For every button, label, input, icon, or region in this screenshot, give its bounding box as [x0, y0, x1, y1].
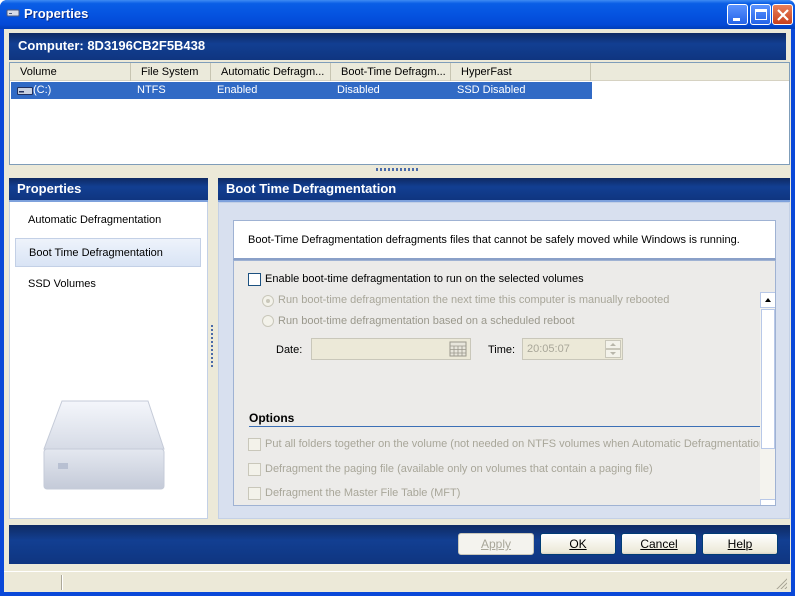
scroll-up-button[interactable] [760, 292, 775, 308]
resize-grip-icon[interactable] [775, 577, 787, 589]
apply-label: Apply [480, 537, 512, 551]
enable-boot-time-label[interactable]: Enable boot-time defragmentation to run … [265, 273, 584, 285]
computer-header: Computer: 8D3196CB2F5B438 [9, 33, 786, 60]
radio-next-reboot-label: Run boot-time defragmentation the next t… [278, 294, 670, 306]
option-paging-file-label: Defragment the paging file (available on… [265, 463, 653, 475]
date-field[interactable] [311, 338, 471, 360]
vertical-scroll-thumb[interactable] [761, 309, 775, 449]
status-separator [61, 575, 63, 590]
maximize-icon [755, 9, 767, 20]
client-area: Computer: 8D3196CB2F5B438 Volume File Sy… [4, 29, 791, 592]
maximize-button[interactable] [750, 4, 771, 25]
arrow-down-icon [761, 500, 775, 506]
help-label: Help [727, 537, 753, 551]
ok-label: OK [569, 537, 587, 551]
hard-drive-icon [17, 87, 33, 95]
calendar-icon [449, 341, 467, 357]
option-paging-file-checkbox[interactable] [248, 463, 261, 476]
date-label: Date: [276, 344, 303, 356]
scroll-down-button[interactable] [760, 499, 775, 506]
status-bar [4, 571, 791, 592]
options-divider [249, 426, 763, 427]
drive-icon [6, 9, 20, 17]
nav-automatic-defragmentation[interactable]: Automatic Defragmentation [15, 206, 201, 235]
radio-scheduled-reboot[interactable] [262, 315, 274, 327]
description-text: Boot-Time Defragmentation defragments fi… [248, 234, 740, 246]
close-button[interactable] [772, 4, 793, 25]
cell-boot-time: Disabled [337, 84, 380, 96]
nav-ssd-volumes[interactable]: SSD Volumes [15, 270, 201, 299]
column-boot-time-defrag[interactable]: Boot-Time Defragm... [331, 63, 451, 81]
cell-hyperfast: SSD Disabled [457, 84, 526, 96]
horizontal-splitter[interactable] [376, 168, 420, 171]
minimize-icon [733, 18, 740, 21]
option-mft-label: Defragment the Master File Table (MFT) [265, 487, 461, 499]
column-volume[interactable]: Volume [10, 63, 131, 81]
minimize-button[interactable] [727, 4, 748, 25]
computer-label: Computer: 8D3196CB2F5B438 [18, 38, 206, 53]
nav-boot-time-defragmentation[interactable]: Boot Time Defragmentation [15, 238, 201, 267]
window-title: Properties [24, 6, 89, 21]
cell-volume: (C:) [33, 84, 52, 96]
column-automatic-defrag[interactable]: Automatic Defragm... [211, 63, 331, 81]
left-panel-title: Properties [9, 178, 208, 202]
radio-scheduled-label: Run boot-time defragmentation based on a… [278, 315, 575, 327]
option-folders-checkbox[interactable] [248, 438, 261, 451]
title-bar[interactable]: Properties [0, 0, 795, 29]
cancel-button[interactable]: Cancel [621, 533, 697, 555]
hard-drive-illustration-icon [43, 400, 165, 490]
apply-button[interactable]: Apply [458, 533, 534, 555]
close-icon [777, 9, 789, 21]
cancel-label: Cancel [640, 537, 678, 551]
button-bar: Apply OK Cancel Help [9, 525, 790, 564]
table-row[interactable]: (C:) NTFS Enabled Disabled SSD Disabled [11, 82, 592, 99]
option-mft-checkbox[interactable] [248, 487, 261, 500]
list-header: Volume File System Automatic Defragm... … [10, 63, 789, 81]
time-label: Time: [488, 344, 516, 356]
vertical-scrollbar[interactable] [760, 292, 775, 506]
settings-scroll-area[interactable]: Enable boot-time defragmentation to run … [233, 260, 776, 506]
help-button[interactable]: Help [702, 533, 778, 555]
column-hyperfast[interactable]: HyperFast [451, 63, 591, 81]
vertical-splitter[interactable] [211, 325, 213, 369]
properties-window: Properties Computer: 8D3196CB2F5B438 Vol… [0, 0, 795, 596]
time-field[interactable]: 20:05:07 [522, 338, 623, 360]
right-panel-title: Boot Time Defragmentation [218, 178, 790, 202]
cell-file-system: NTFS [137, 84, 166, 96]
enable-boot-time-checkbox[interactable] [248, 273, 261, 286]
option-folders-label: Put all folders together on the volume (… [265, 438, 776, 450]
description-box: Boot-Time Defragmentation defragments fi… [233, 220, 776, 260]
spinner-icon[interactable] [605, 340, 621, 358]
column-file-system[interactable]: File System [131, 63, 211, 81]
cell-automatic: Enabled [217, 84, 258, 96]
options-title: Options [249, 411, 295, 425]
radio-next-reboot[interactable] [262, 295, 274, 307]
time-value: 20:05:07 [527, 343, 570, 355]
ok-button[interactable]: OK [540, 533, 616, 555]
volume-list[interactable]: Volume File System Automatic Defragm... … [9, 62, 790, 165]
arrow-up-icon [765, 298, 771, 302]
